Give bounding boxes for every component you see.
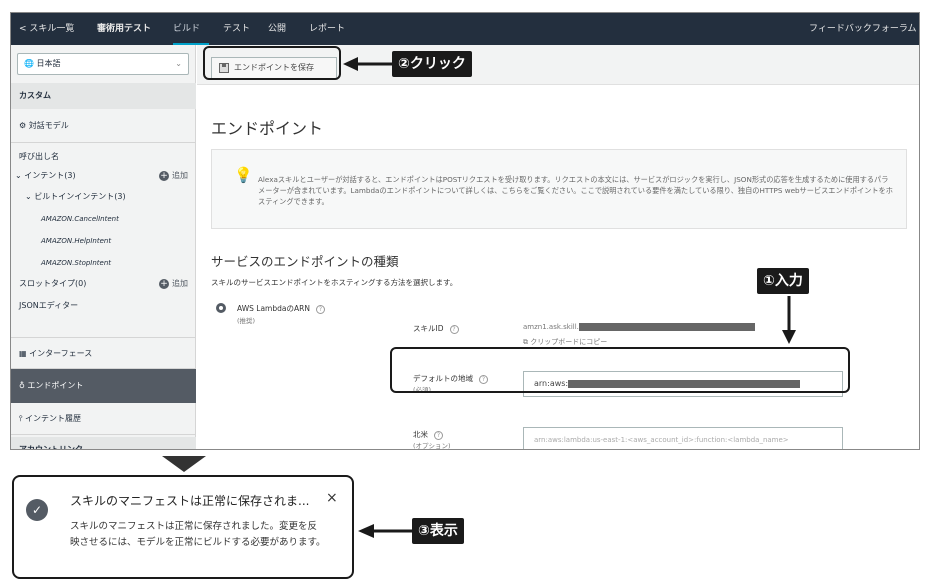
down-triangle [162,456,206,472]
success-toast: ✓ スキルのマニフェストは正常に保存されま... × スキルのマニフェストは正常… [12,475,354,579]
arrow-to-default-region [782,296,796,344]
check-icon: ✓ [26,499,48,521]
arrow-to-toast [358,524,412,538]
close-icon[interactable]: × [326,490,338,506]
toast-title: スキルのマニフェストは正常に保存されま... [70,494,310,508]
toast-body: スキルのマニフェストは正常に保存されました。変更を反映させるには、モデルを正常に… [70,521,326,548]
callout-display-tag: ③表示 [412,518,464,544]
callout-click-tag: ②クリック [392,51,472,77]
stage: < スキル一覧 審術用テスト ビルド テスト 公開 レポート フィードバックフォ… [0,0,930,582]
callout-input-tag: ①入力 [757,268,809,294]
arrow-to-save-button [343,57,392,71]
